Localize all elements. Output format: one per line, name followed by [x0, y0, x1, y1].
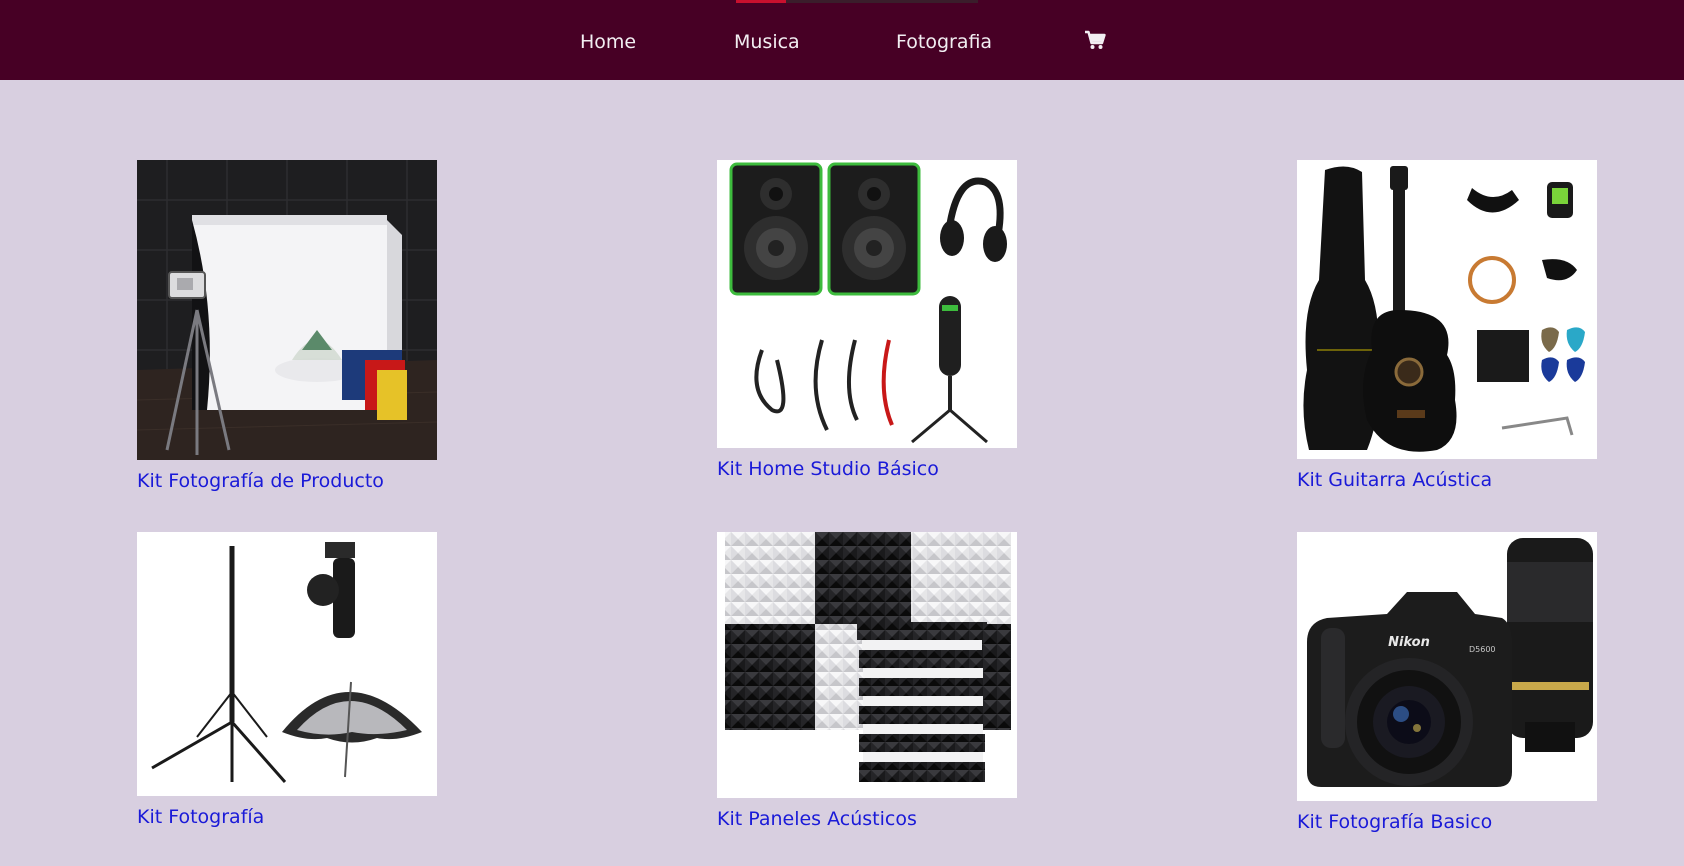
top-navbar: Home Musica Fotografia: [0, 0, 1684, 80]
nav-link-musica[interactable]: Musica: [734, 31, 800, 53]
product-image-acoustic-panels[interactable]: [717, 532, 1017, 798]
product-title[interactable]: Kit Home Studio Básico: [717, 458, 1017, 480]
nav-link-home[interactable]: Home: [580, 31, 636, 53]
product-card: Nikon D5600 Kit Fotografía Basico: [1297, 532, 1597, 833]
product-image-nikon-camera[interactable]: Nikon D5600: [1297, 532, 1597, 801]
product-card: Kit Guitarra Acústica: [1297, 160, 1597, 491]
product-image-home-studio[interactable]: [717, 160, 1017, 448]
product-card: Kit Home Studio Básico: [717, 160, 1017, 480]
product-title[interactable]: Kit Fotografía Basico: [1297, 811, 1597, 833]
product-card: Kit Fotografía: [137, 532, 437, 828]
product-title[interactable]: Kit Paneles Acústicos: [717, 808, 1017, 830]
product-image-guitar[interactable]: [1297, 160, 1597, 459]
product-title[interactable]: Kit Fotografía de Producto: [137, 470, 437, 492]
product-image-light-stand[interactable]: [137, 532, 437, 796]
camera-brand-text: Nikon: [1388, 635, 1430, 650]
product-title[interactable]: Kit Guitarra Acústica: [1297, 469, 1597, 491]
product-title[interactable]: Kit Fotografía: [137, 806, 437, 828]
product-card: Kit Fotografía de Producto: [137, 160, 437, 492]
product-card: Kit Paneles Acústicos: [717, 532, 1017, 830]
shopping-cart-icon[interactable]: [1084, 30, 1106, 54]
nav-link-fotografia[interactable]: Fotografia: [896, 31, 992, 53]
camera-model-text: D5600: [1469, 645, 1496, 654]
nav-accent-bar: [736, 0, 978, 3]
product-image-lightbox[interactable]: [137, 160, 437, 460]
